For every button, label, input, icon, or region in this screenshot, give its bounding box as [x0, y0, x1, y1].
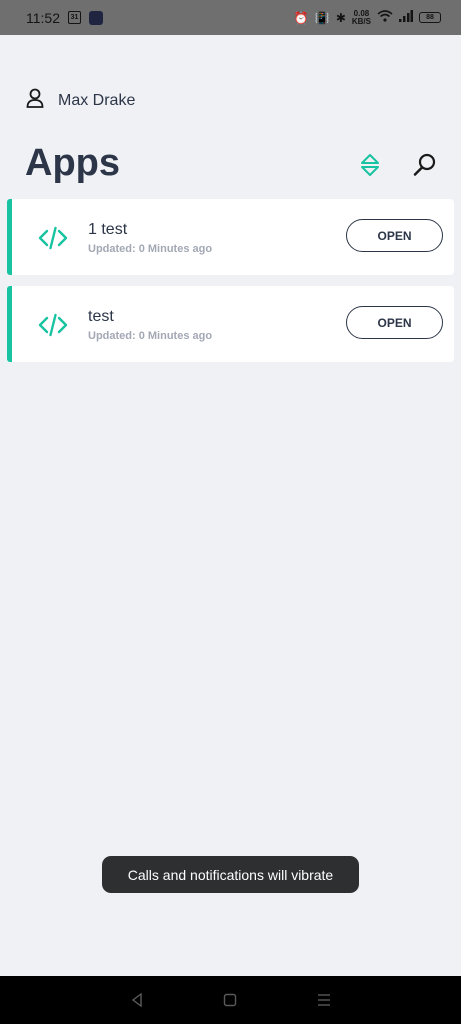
- code-icon: [38, 313, 68, 337]
- user-name: Max Drake: [58, 91, 136, 109]
- calendar-icon: 31: [68, 11, 81, 24]
- app-name: 1 test: [88, 221, 128, 238]
- app-card[interactable]: test Updated: 0 Minutes ago OPEN: [7, 286, 454, 362]
- vibrate-icon: 📳: [314, 10, 330, 25]
- status-bar: 11:52 31 ⏰ 📳 ✱ 0.08 KB/S 88: [0, 0, 461, 35]
- sort-button[interactable]: [358, 152, 382, 178]
- open-button[interactable]: OPEN: [346, 306, 443, 339]
- signal-icon: [399, 10, 413, 25]
- search-icon: [413, 153, 436, 176]
- sort-icon: [361, 154, 379, 176]
- status-time: 11:52: [26, 9, 60, 26]
- back-icon[interactable]: [127, 990, 147, 1010]
- code-icon: [38, 226, 68, 250]
- wifi-icon: [377, 10, 393, 25]
- search-button[interactable]: [412, 152, 438, 178]
- app-notification-icon: [89, 10, 103, 25]
- bluetooth-icon: ✱: [335, 10, 346, 25]
- toast-message: Calls and notifications will vibrate: [102, 856, 359, 893]
- page-title: Apps: [25, 142, 120, 184]
- alarm-icon: ⏰: [293, 10, 309, 25]
- card-accent-bar: [7, 286, 12, 362]
- user-profile[interactable]: Max Drake: [26, 88, 135, 113]
- app-updated: Updated: 0 Minutes ago: [88, 243, 213, 255]
- user-icon: [26, 88, 44, 113]
- app-name: test: [88, 308, 114, 325]
- home-icon[interactable]: [220, 990, 240, 1010]
- card-accent-bar: [7, 199, 12, 275]
- network-speed: 0.08 KB/S: [351, 9, 371, 26]
- recents-icon[interactable]: [314, 990, 334, 1010]
- app-card[interactable]: 1 test Updated: 0 Minutes ago OPEN: [7, 199, 454, 275]
- system-nav-bar: [0, 976, 461, 1024]
- open-button[interactable]: OPEN: [346, 219, 443, 252]
- network-speed-unit: KB/S: [351, 16, 371, 26]
- app-updated: Updated: 0 Minutes ago: [88, 330, 213, 342]
- battery-icon: 88: [419, 12, 441, 23]
